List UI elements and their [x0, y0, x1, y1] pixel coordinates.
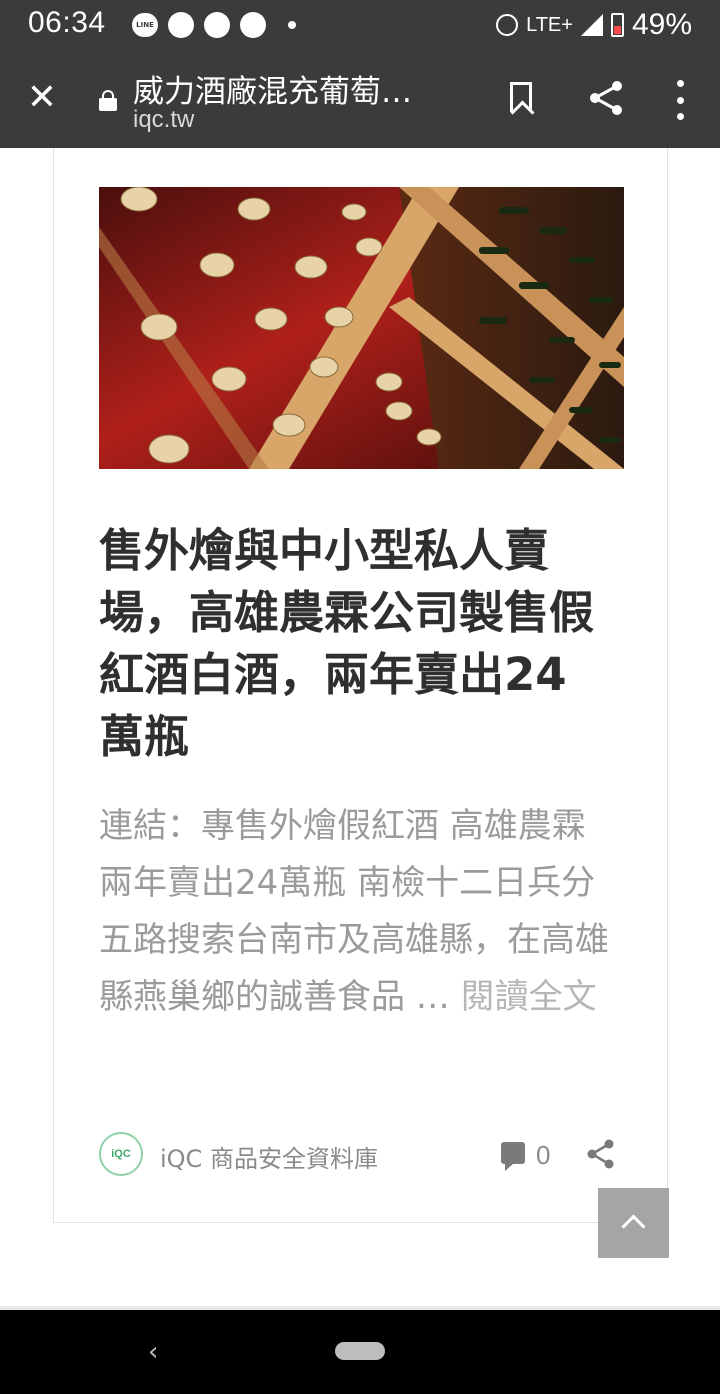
home-pill[interactable]	[335, 1342, 385, 1360]
share-icon[interactable]	[586, 78, 626, 118]
close-icon[interactable]: ✕	[26, 80, 58, 116]
status-right: LTE+ 49%	[496, 8, 692, 42]
alarm-icon	[496, 14, 519, 36]
system-nav-bar: ‹	[0, 1310, 720, 1394]
more-menu-icon[interactable]	[672, 80, 688, 120]
page-title: 威力酒廠混充葡萄…	[133, 74, 412, 110]
reddit-icon	[204, 12, 230, 38]
avatar[interactable]: iQC	[99, 1132, 143, 1176]
browser-toolbar: ✕ 威力酒廠混充葡萄… iqc.tw	[0, 52, 720, 148]
author-name[interactable]: iQC 商品安全資料庫	[160, 1139, 378, 1174]
author-row: iQC iQC 商品安全資料庫 0	[99, 1132, 619, 1180]
article-image[interactable]	[99, 187, 624, 469]
share-icon[interactable]	[585, 1138, 617, 1170]
network-type: LTE+	[526, 13, 573, 36]
article-card: 售外燴與中小型私人賣場，高雄農霖公司製售假紅酒白酒，兩年賣出24萬瓶 連結：專售…	[53, 148, 668, 1223]
page-url: iqc.tw	[133, 106, 195, 133]
read-more-link[interactable]: 閱讀全文	[461, 977, 597, 1017]
comment-count[interactable]: 0	[536, 1140, 550, 1171]
status-bar: 06:34 LINE LTE+ 49%	[0, 0, 720, 52]
back-to-top-button[interactable]	[598, 1188, 669, 1258]
circle-icon	[240, 12, 266, 38]
circle-icon	[168, 12, 194, 38]
article-excerpt: 連結：專售外燴假紅酒 高雄農霖兩年賣出24萬瓶 南檢十二日兵分五路搜索台南市及高…	[99, 798, 609, 1026]
dot-icon	[288, 21, 296, 29]
notification-icons: LINE	[132, 12, 296, 38]
lock-icon	[98, 90, 118, 111]
line-icon: LINE	[132, 13, 158, 37]
battery-percent: 49%	[631, 8, 692, 41]
battery-icon	[610, 13, 624, 37]
back-icon[interactable]: ‹	[148, 1339, 168, 1365]
bookmark-icon[interactable]	[510, 82, 532, 112]
article-title[interactable]: 售外燴與中小型私人賣場，高雄農霖公司製售假紅酒白酒，兩年賣出24萬瓶	[99, 520, 599, 768]
comment-icon[interactable]	[501, 1142, 525, 1171]
status-time: 06:34	[28, 6, 106, 39]
signal-icon	[580, 14, 603, 36]
